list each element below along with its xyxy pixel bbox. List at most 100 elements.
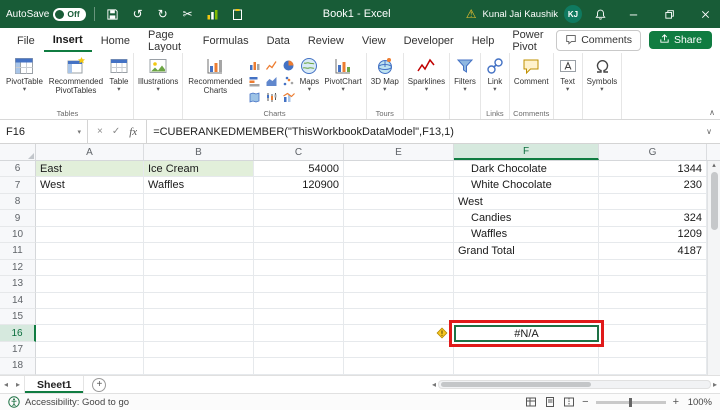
cell-C9[interactable] [254,210,344,227]
cell-A8[interactable] [36,193,144,211]
cell-A7[interactable]: West [36,177,144,194]
bell-icon[interactable] [588,0,612,28]
horizontal-scrollbar-thumb[interactable] [441,382,592,387]
symbols-button[interactable]: Symbols ▾ [585,53,620,94]
error-warning-icon[interactable] [436,327,448,339]
cell-F11[interactable]: Grand Total [454,243,599,260]
minimize-button[interactable] [618,0,648,28]
cell-E17[interactable] [344,341,454,359]
row-header-6[interactable]: 6 [0,161,36,178]
cell-F14[interactable] [454,292,599,309]
cell-F17[interactable] [454,341,599,359]
cell-B16[interactable] [144,325,254,342]
cell-G18[interactable] [599,358,707,375]
cell-A9[interactable] [36,210,144,227]
name-box[interactable]: F16 ▾ [0,120,88,143]
cell-C12[interactable] [254,259,344,277]
cell-C7[interactable]: 120900 [254,177,344,194]
page-break-view-icon[interactable] [563,396,575,408]
cell-G6[interactable]: 1344 [599,161,707,178]
autosave-toggle[interactable]: AutoSave Off [6,7,86,21]
accessibility-icon[interactable] [8,396,20,408]
cell-E18[interactable] [344,358,454,375]
column-header-F[interactable]: F [454,144,599,160]
warning-icon[interactable]: ⚠ [466,7,477,21]
cell-C6[interactable]: 54000 [254,161,344,178]
column-header-B[interactable]: B [144,144,254,160]
recommended-charts-button[interactable]: Recommended Charts [185,53,245,95]
row-header-10[interactable]: 10 [0,226,36,244]
bar-chart-icon[interactable] [246,74,262,89]
tab-data[interactable]: Data [258,28,299,52]
pivotchart-button[interactable]: PivotChart ▾ [322,53,363,94]
map-chart-icon[interactable] [246,90,262,105]
cell-E6[interactable] [344,161,454,178]
cell-A11[interactable] [36,243,144,260]
tab-help[interactable]: Help [463,28,504,52]
cell-F12[interactable] [454,259,599,277]
3d-map-button[interactable]: 3D Map ▾ [369,53,401,94]
undo-icon[interactable]: ↺ [128,3,148,25]
row-header-14[interactable]: 14 [0,292,36,309]
cell-A16[interactable] [36,325,144,342]
enter-button[interactable]: ✓ [112,126,120,137]
cell-F18[interactable] [454,358,599,375]
expand-formula-bar-icon[interactable]: ∨ [698,120,720,143]
cell-B6[interactable]: Ice Cream [144,161,254,178]
cell-F6[interactable]: Dark Chocolate [454,161,599,178]
zoom-slider[interactable] [595,397,666,407]
stock-chart-icon[interactable] [263,90,279,105]
row-header-12[interactable]: 12 [0,259,36,277]
cell-F9[interactable]: Candies [454,210,599,227]
cell-G8[interactable] [599,193,707,211]
row-header-7[interactable]: 7 [0,177,36,194]
cell-A15[interactable] [36,308,144,326]
cell-G10[interactable]: 1209 [599,226,707,244]
maps-button[interactable]: Maps ▾ [297,53,321,94]
cell-G16[interactable] [599,325,707,342]
tab-power-pivot[interactable]: Power Pivot [503,28,556,53]
cell-B10[interactable] [144,226,254,244]
text-button[interactable]: Text ▾ [556,53,580,94]
row-header-13[interactable]: 13 [0,276,36,293]
sheet-nav-left-icon[interactable]: ◂ [0,380,12,389]
tab-review[interactable]: Review [299,28,353,52]
cell-E11[interactable] [344,243,454,260]
tab-view[interactable]: View [353,28,395,52]
cell-B13[interactable] [144,276,254,293]
zoom-slider-knob[interactable] [628,397,632,407]
cancel-button[interactable]: × [97,126,103,137]
cell-A6[interactable]: East [36,161,144,178]
cell-E12[interactable] [344,259,454,277]
cell-G9[interactable]: 324 [599,210,707,227]
add-sheet-button[interactable]: + [92,377,107,392]
row-header-18[interactable]: 18 [0,358,36,375]
cell-G11[interactable]: 4187 [599,243,707,260]
cell-G17[interactable] [599,341,707,359]
filters-button[interactable]: Filters ▾ [452,53,478,94]
cell-C11[interactable] [254,243,344,260]
row-header-16[interactable]: 16 [0,325,36,342]
area-chart-icon[interactable] [263,74,279,89]
cell-E10[interactable] [344,226,454,244]
illustrations-button[interactable]: Illustrations ▾ [136,53,180,94]
cell-A17[interactable] [36,341,144,359]
cell-F7[interactable]: White Chocolate [454,177,599,194]
collapse-ribbon-icon[interactable]: ∧ [709,108,715,117]
scroll-left-icon[interactable]: ◂ [432,380,436,389]
cell-C16[interactable] [254,325,344,342]
page-layout-view-icon[interactable] [544,396,556,408]
combo-chart-icon[interactable] [280,90,296,105]
cell-F15[interactable] [454,308,599,326]
cell-G13[interactable] [599,276,707,293]
cell-G12[interactable] [599,259,707,277]
tab-home[interactable]: Home [92,28,139,52]
recommended-pivottables-button[interactable]: Recommended PivotTables [46,53,106,95]
horizontal-scrollbar[interactable]: ◂ ▸ [432,380,720,389]
select-all-corner[interactable] [0,144,36,160]
save-icon[interactable] [103,3,123,25]
cell-B11[interactable] [144,243,254,260]
zoom-level[interactable]: 100% [686,397,712,408]
horizontal-scrollbar-track[interactable] [438,380,711,389]
cell-B17[interactable] [144,341,254,359]
